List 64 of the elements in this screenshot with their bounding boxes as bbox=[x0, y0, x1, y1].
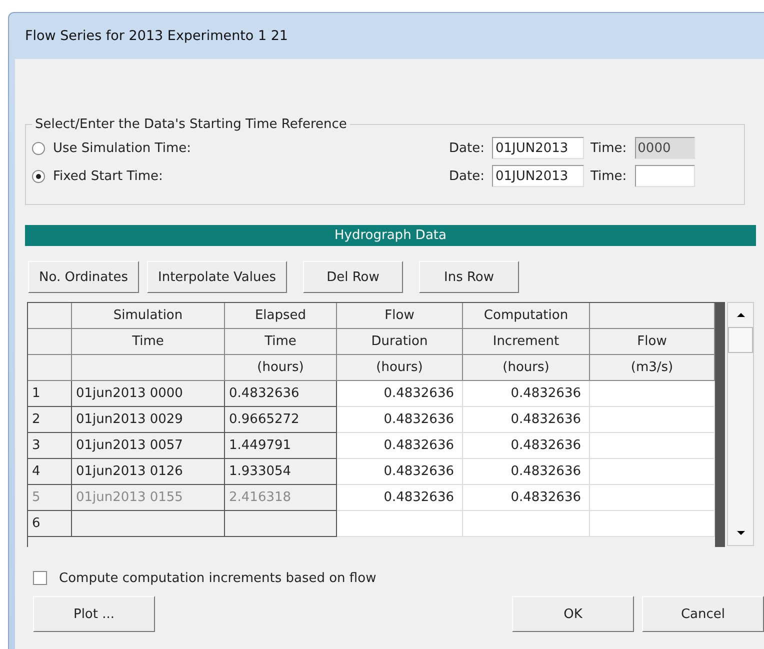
date-label: Date: bbox=[449, 168, 484, 184]
scroll-down-icon[interactable] bbox=[734, 529, 746, 537]
table-cell: 0.4832636 bbox=[225, 381, 337, 407]
scroll-up-icon[interactable] bbox=[734, 311, 746, 319]
row-number: 4 bbox=[28, 459, 72, 485]
table-cell: 1.933054 bbox=[225, 459, 337, 485]
column-header: Time bbox=[72, 329, 225, 355]
checkbox[interactable] bbox=[33, 571, 47, 585]
table-cell: 01jun2013 0029 bbox=[72, 407, 225, 433]
row-number: 1 bbox=[28, 381, 72, 407]
table-cell: 01jun2013 0000 bbox=[72, 381, 225, 407]
table-cell: 0.4832636 bbox=[337, 381, 463, 407]
row-number: 3 bbox=[28, 433, 72, 459]
window-title: Flow Series for 2013 Experimento 1 21 bbox=[25, 28, 288, 44]
table-cell: 0.9665272 bbox=[225, 407, 337, 433]
column-header: Flow bbox=[590, 329, 715, 355]
table-cell: 0.4832636 bbox=[463, 381, 590, 407]
table-cell: 0.4832636 bbox=[337, 485, 463, 511]
scrollbar[interactable] bbox=[727, 302, 754, 546]
table-cell: 0.4832636 bbox=[463, 433, 590, 459]
time-field[interactable] bbox=[634, 165, 695, 187]
column-header: Duration bbox=[337, 329, 463, 355]
radio-button[interactable] bbox=[32, 170, 45, 182]
column-header: Computation bbox=[463, 303, 590, 329]
table-cell: 0.4832636 bbox=[337, 459, 463, 485]
section-header: Hydrograph Data bbox=[25, 225, 756, 246]
table-cell: 01jun2013 0155 bbox=[72, 485, 225, 511]
column-header: Time bbox=[225, 329, 337, 355]
table-cell: 1.449791 bbox=[225, 433, 337, 459]
column-header: (hours) bbox=[337, 355, 463, 381]
group-legend: Select/Enter the Data's Starting Time Reference bbox=[32, 117, 350, 132]
table-cell: 0.4832636 bbox=[337, 407, 463, 433]
cancel-button[interactable]: Cancel bbox=[642, 596, 764, 632]
radio-label: Fixed Start Time: bbox=[53, 168, 164, 184]
row-number: 2 bbox=[28, 407, 72, 433]
toolbar-button[interactable]: No. Ordinates bbox=[28, 261, 140, 293]
row-number: 5 bbox=[28, 485, 72, 511]
table-cell: 01jun2013 0126 bbox=[72, 459, 225, 485]
column-header: Simulation bbox=[72, 303, 225, 329]
column-header: (hours) bbox=[463, 355, 590, 381]
time-label: Time: bbox=[590, 168, 627, 184]
toolbar-button[interactable]: Ins Row bbox=[419, 261, 520, 293]
table-cell: 0.4832636 bbox=[337, 433, 463, 459]
table-cell: 0.4832636 bbox=[463, 407, 590, 433]
column-header: (hours) bbox=[225, 355, 337, 381]
column-header: Flow bbox=[337, 303, 463, 329]
plot-button[interactable]: Plot ... bbox=[33, 596, 155, 632]
column-header: Elapsed bbox=[225, 303, 337, 329]
toolbar-button[interactable]: Interpolate Values bbox=[147, 261, 288, 293]
table-cell: 0.4832636 bbox=[463, 485, 590, 511]
table-cell: 0.4832636 bbox=[463, 459, 590, 485]
ok-button[interactable]: OK bbox=[512, 596, 634, 632]
radio-label: Use Simulation Time: bbox=[53, 140, 192, 156]
toolbar-button[interactable]: Del Row bbox=[303, 261, 404, 293]
column-header: (m3/s) bbox=[590, 355, 715, 381]
date-label: Date: bbox=[449, 140, 484, 156]
time-label: Time: bbox=[590, 140, 627, 156]
checkbox-label: Compute computation increments based on flow bbox=[59, 570, 376, 586]
scroll-thumb[interactable] bbox=[728, 327, 753, 353]
table-cell: 2.416318 bbox=[225, 485, 337, 511]
date-field[interactable]: 01JUN2013 bbox=[492, 165, 584, 187]
column-header: Increment bbox=[463, 329, 590, 355]
row-number: 6 bbox=[28, 511, 72, 537]
table-cell: 01jun2013 0057 bbox=[72, 433, 225, 459]
